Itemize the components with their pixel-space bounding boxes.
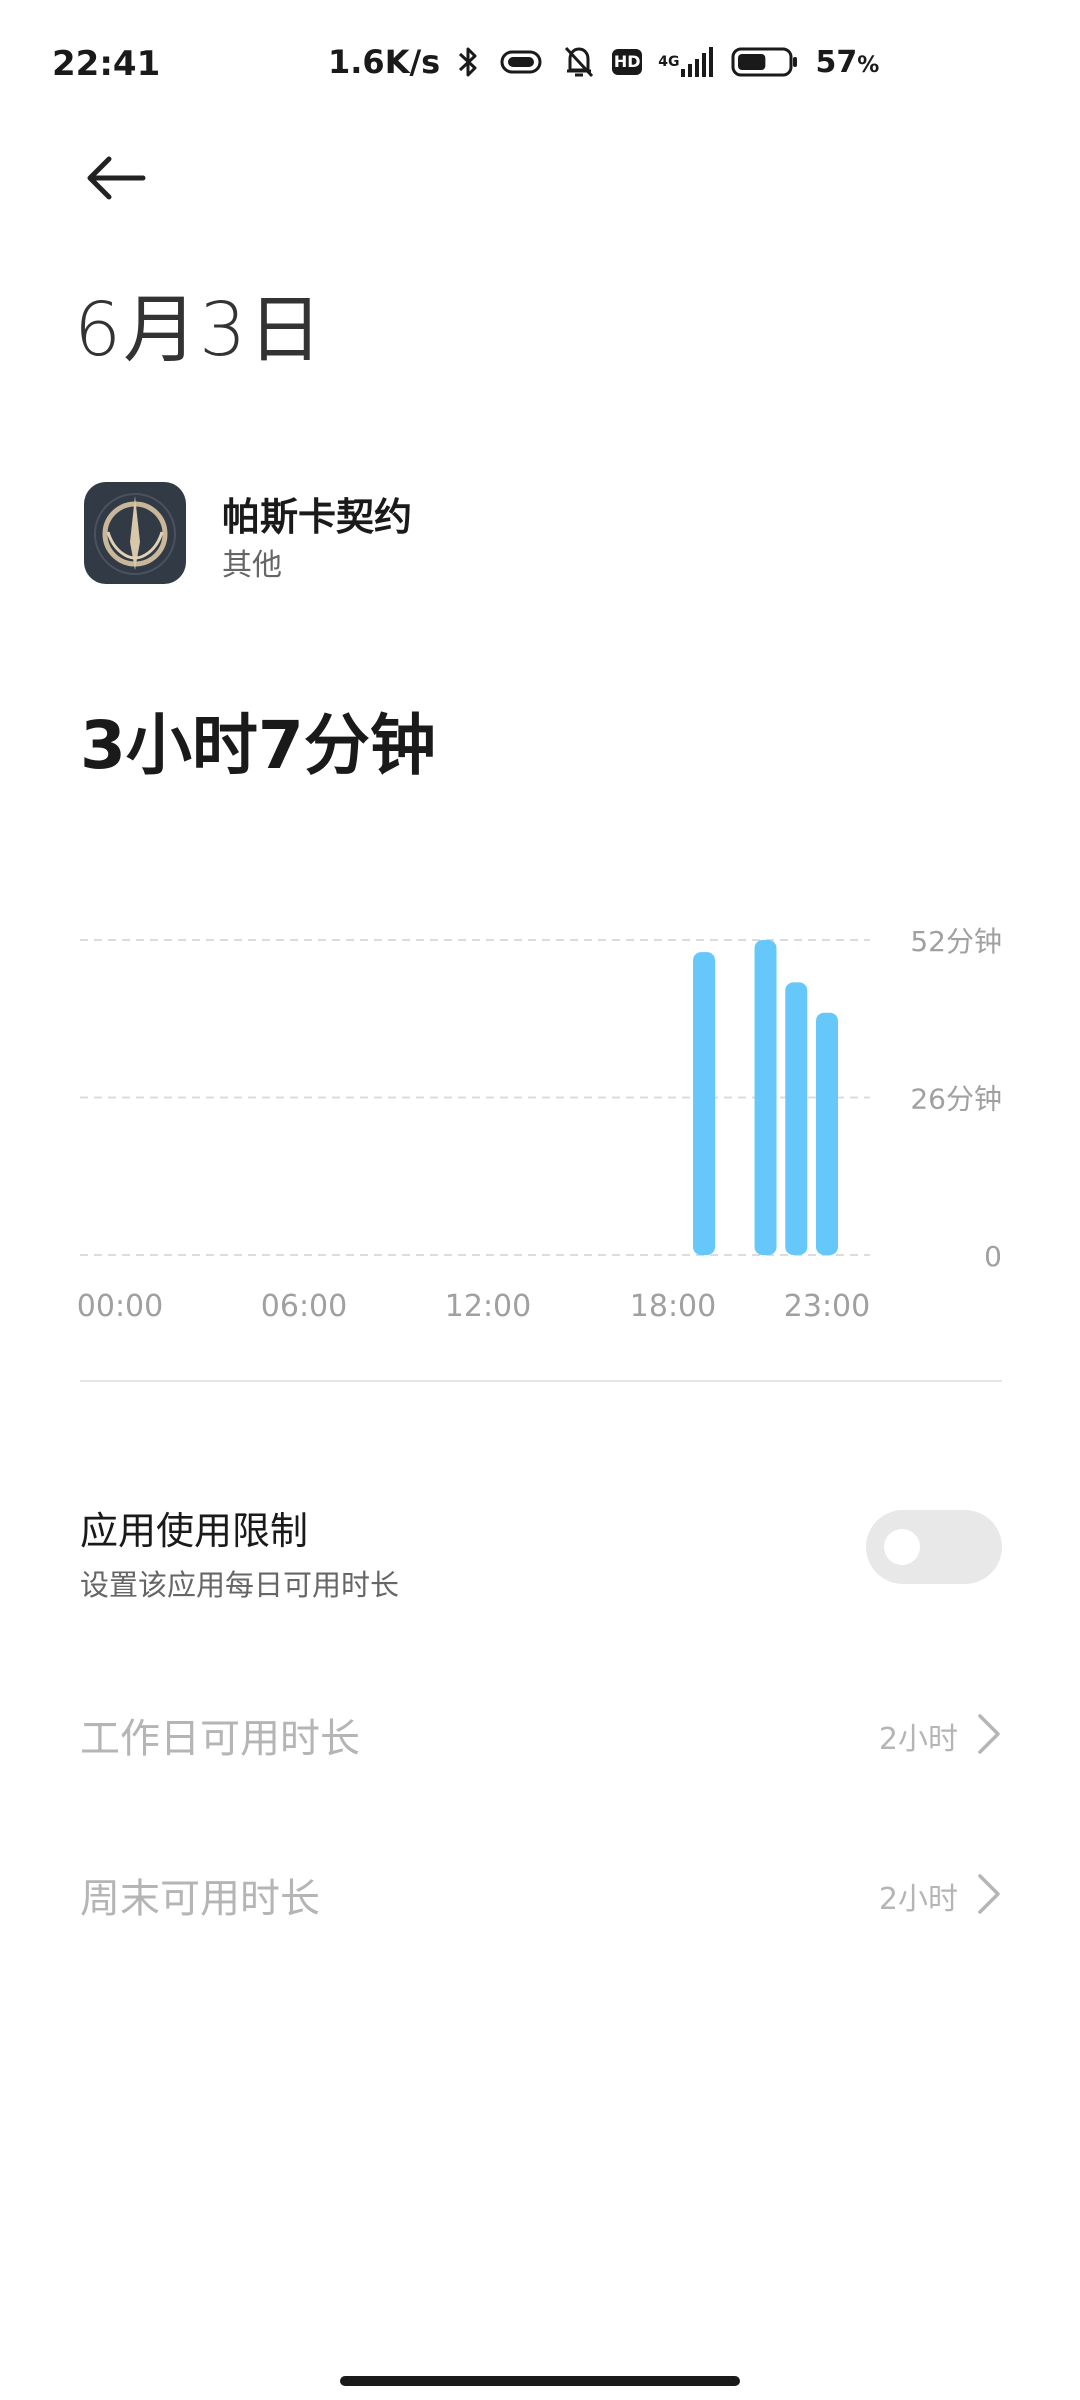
toggle-knob <box>884 1529 920 1565</box>
battery-percent: 57% <box>815 45 879 80</box>
weekday-limit-row[interactable]: 工作日可用时长 2小时 <box>0 1674 1080 1794</box>
battery-percent-value: 57 <box>815 44 858 80</box>
signal-icon <box>681 47 714 77</box>
mute-bell-icon <box>565 46 594 78</box>
chart-bar <box>693 952 716 1255</box>
weekend-limit-value: 2小时 <box>878 1882 958 1917</box>
arrow-left-icon <box>87 156 146 200</box>
chevron-right-icon <box>978 1714 1000 1754</box>
chart-y-tick-label: 26分钟 <box>910 1083 1002 1116</box>
weekday-limit-value: 2小时 <box>878 1722 958 1757</box>
chart-x-tick-label: 06:00 <box>261 1289 347 1324</box>
weekend-limit-label: 周末可用时长 <box>80 1876 320 1922</box>
usage-limit-title: 应用使用限制 <box>80 1509 309 1553</box>
battery-icon <box>731 47 798 77</box>
usage-limit-row: 应用使用限制 设置该应用每日可用时长 <box>0 1480 1080 1620</box>
vibrate-icon <box>500 50 542 74</box>
chart-x-tick-label: 00:00 <box>77 1289 163 1324</box>
total-usage-time: 3小时7分钟 <box>80 707 436 784</box>
chart-x-tick-label: 12:00 <box>445 1289 531 1324</box>
chevron-right-icon <box>978 1874 1000 1914</box>
page-title: 6月3日 <box>74 287 325 373</box>
chart-y-tick-label: 52分钟 <box>910 925 1002 958</box>
app-category: 其他 <box>222 548 282 583</box>
pascal-contract-app-icon <box>84 482 186 584</box>
app-name: 帕斯卡契约 <box>222 495 413 539</box>
chart-x-tick-label: 23:00 <box>784 1289 870 1324</box>
hd-icon: HD <box>612 49 643 75</box>
chart-bar <box>816 1012 838 1255</box>
back-button[interactable] <box>78 140 154 216</box>
weekday-limit-label: 工作日可用时长 <box>80 1716 360 1762</box>
usage-limit-subtitle: 设置该应用每日可用时长 <box>80 1568 400 1602</box>
network-type: 4G <box>658 54 680 70</box>
usage-limit-toggle[interactable] <box>866 1510 1002 1584</box>
home-indicator[interactable] <box>340 2376 740 2386</box>
usage-chart: 52分钟 26分钟 0 00:00 06:00 12:00 18:00 23:00 <box>77 925 1002 1324</box>
weekend-limit-row[interactable]: 周末可用时长 2小时 <box>0 1834 1080 1954</box>
battery-percent-sign: % <box>857 52 880 78</box>
bluetooth-icon <box>459 47 477 77</box>
chart-x-tick-label: 18:00 <box>630 1289 716 1324</box>
status-bar: 22:41 1.6K/s HD 4G 57% <box>0 0 1080 130</box>
chart-bar <box>785 982 808 1255</box>
divider <box>80 1380 1002 1382</box>
chart-bar <box>754 940 777 1255</box>
status-time: 22:41 <box>52 44 161 84</box>
status-net-speed: 1.6K/s <box>328 43 441 81</box>
chart-y-tick-label: 0 <box>984 1240 1002 1273</box>
status-icons: 1.6K/s HD 4G 57% <box>328 40 879 84</box>
